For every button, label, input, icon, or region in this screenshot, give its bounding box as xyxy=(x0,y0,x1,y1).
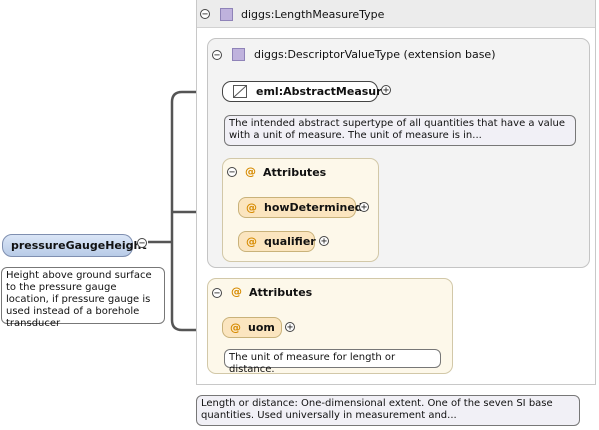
base-attributes-collapse[interactable]: − xyxy=(227,167,237,178)
root-element-node[interactable]: pressureGaugeHeight xyxy=(2,234,147,257)
uom-doc: The unit of measure for length or distan… xyxy=(224,349,441,375)
abstract-element-icon xyxy=(233,85,247,98)
howDetermined-expand[interactable]: + xyxy=(359,202,369,213)
type-doc: Length or distance: One-dimensional exte… xyxy=(196,395,580,426)
qualifier-expand[interactable]: + xyxy=(319,236,329,247)
base-collapse-toggle[interactable]: − xyxy=(212,50,222,61)
root-collapse-toggle[interactable]: − xyxy=(137,238,147,249)
complex-type-icon xyxy=(220,8,233,21)
uom-expand[interactable]: + xyxy=(285,322,295,333)
base-attributes-title: Attributes xyxy=(263,166,327,179)
abstract-element-icon-shape xyxy=(233,85,247,98)
attribute-icon: @ xyxy=(246,235,257,248)
attribute-label: uom xyxy=(248,321,275,334)
attribute-howDetermined[interactable]: @ howDetermined xyxy=(238,197,363,218)
abstract-measure-doc: The intended abstract supertype of all q… xyxy=(224,115,576,146)
type-collapse-toggle[interactable]: − xyxy=(200,9,210,20)
root-element-doc: Height above ground surface to the press… xyxy=(1,267,165,329)
abstract-measure-node[interactable]: eml:AbstractMeasure xyxy=(222,81,389,102)
attribute-group-icon: @ xyxy=(245,165,256,178)
attribute-label: qualifier xyxy=(264,235,316,248)
attribute-icon: @ xyxy=(230,321,241,334)
complex-type-icon xyxy=(232,48,245,61)
type-attributes-collapse[interactable]: − xyxy=(212,288,222,299)
attribute-group-icon: @ xyxy=(231,285,242,298)
abstract-measure-label: eml:AbstractMeasure xyxy=(256,85,390,98)
attribute-icon: @ xyxy=(246,201,257,214)
attribute-uom[interactable]: @ uom xyxy=(222,317,282,338)
type-name: diggs:LengthMeasureType xyxy=(241,8,385,21)
abstract-measure-expand[interactable]: + xyxy=(381,85,391,96)
attribute-label: howDetermined xyxy=(264,201,363,214)
attribute-qualifier[interactable]: @ qualifier xyxy=(238,231,316,252)
extension-base-name: diggs:DescriptorValueType (extension bas… xyxy=(254,48,496,61)
type-attributes-title: Attributes xyxy=(249,286,313,299)
